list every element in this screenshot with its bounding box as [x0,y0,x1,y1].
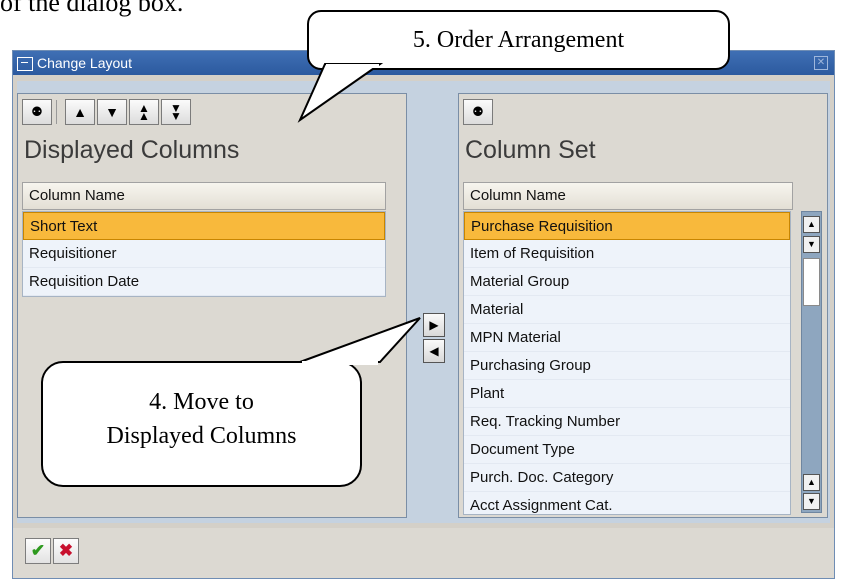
callout-pointer-cover [302,361,378,365]
